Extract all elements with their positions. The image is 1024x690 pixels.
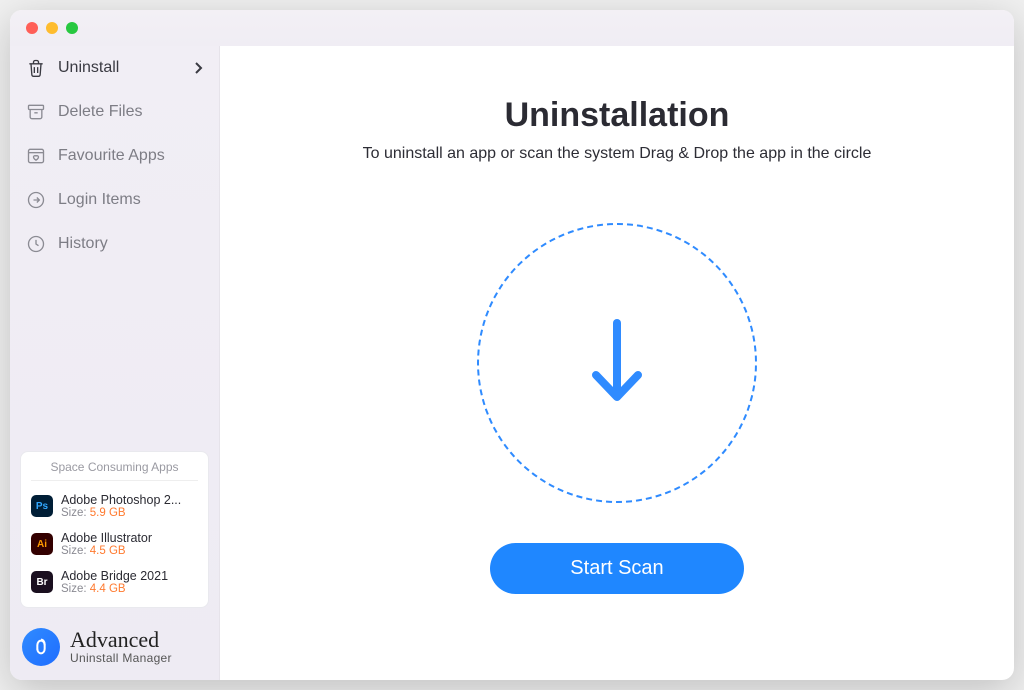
drop-zone[interactable] (477, 223, 757, 503)
sidebar-item-label: Delete Files (58, 103, 142, 121)
brand: Advanced Uninstall Manager (10, 618, 219, 680)
brand-logo-icon (22, 628, 60, 666)
heart-box-icon (26, 146, 46, 166)
photoshop-icon: Ps (31, 495, 53, 517)
sidebar-item-label: Login Items (58, 191, 141, 209)
sidebar: Uninstall Delete Files (10, 46, 220, 680)
start-scan-button[interactable]: Start Scan (490, 543, 743, 594)
sidebar-item-login-items[interactable]: Login Items (10, 178, 219, 222)
sidebar-item-history[interactable]: History (10, 222, 219, 266)
app-row-illustrator[interactable]: Ai Adobe Illustrator Size: 4.5 GB (31, 525, 198, 563)
app-name: Adobe Photoshop 2... (61, 493, 181, 507)
app-name: Adobe Illustrator (61, 531, 152, 545)
app-row-photoshop[interactable]: Ps Adobe Photoshop 2... Size: 5.9 GB (31, 487, 198, 525)
close-window-button[interactable] (26, 22, 38, 34)
sidebar-item-favourite-apps[interactable]: Favourite Apps (10, 134, 219, 178)
login-icon (26, 190, 46, 210)
bridge-icon: Br (31, 571, 53, 593)
sidebar-item-label: Favourite Apps (58, 147, 165, 165)
app-name: Adobe Bridge 2021 (61, 569, 168, 583)
arrow-down-icon (582, 313, 652, 413)
card-title: Space Consuming Apps (31, 460, 198, 481)
app-row-bridge[interactable]: Br Adobe Bridge 2021 Size: 4.4 GB (31, 563, 198, 601)
brand-title: Advanced (70, 629, 172, 651)
trash-icon (26, 58, 46, 78)
sidebar-item-delete-files[interactable]: Delete Files (10, 90, 219, 134)
app-size: Size: 4.4 GB (61, 583, 168, 595)
archive-icon (26, 102, 46, 122)
brand-subtitle: Uninstall Manager (70, 651, 172, 665)
page-subtitle: To uninstall an app or scan the system D… (363, 145, 872, 163)
page-title: Uninstallation (505, 96, 730, 135)
sidebar-item-uninstall[interactable]: Uninstall (10, 46, 219, 90)
clock-icon (26, 234, 46, 254)
app-window: Uninstall Delete Files (10, 10, 1014, 680)
space-consuming-apps-card: Space Consuming Apps Ps Adobe Photoshop … (20, 451, 209, 608)
chevron-right-icon (193, 61, 203, 75)
sidebar-item-label: History (58, 235, 108, 253)
app-size: Size: 5.9 GB (61, 507, 181, 519)
sidebar-item-label: Uninstall (58, 59, 119, 77)
minimize-window-button[interactable] (46, 22, 58, 34)
sidebar-nav: Uninstall Delete Files (10, 46, 219, 266)
main-content: Uninstallation To uninstall an app or sc… (220, 46, 1014, 680)
illustrator-icon: Ai (31, 533, 53, 555)
app-size: Size: 4.5 GB (61, 545, 152, 557)
maximize-window-button[interactable] (66, 22, 78, 34)
titlebar (10, 10, 1014, 46)
